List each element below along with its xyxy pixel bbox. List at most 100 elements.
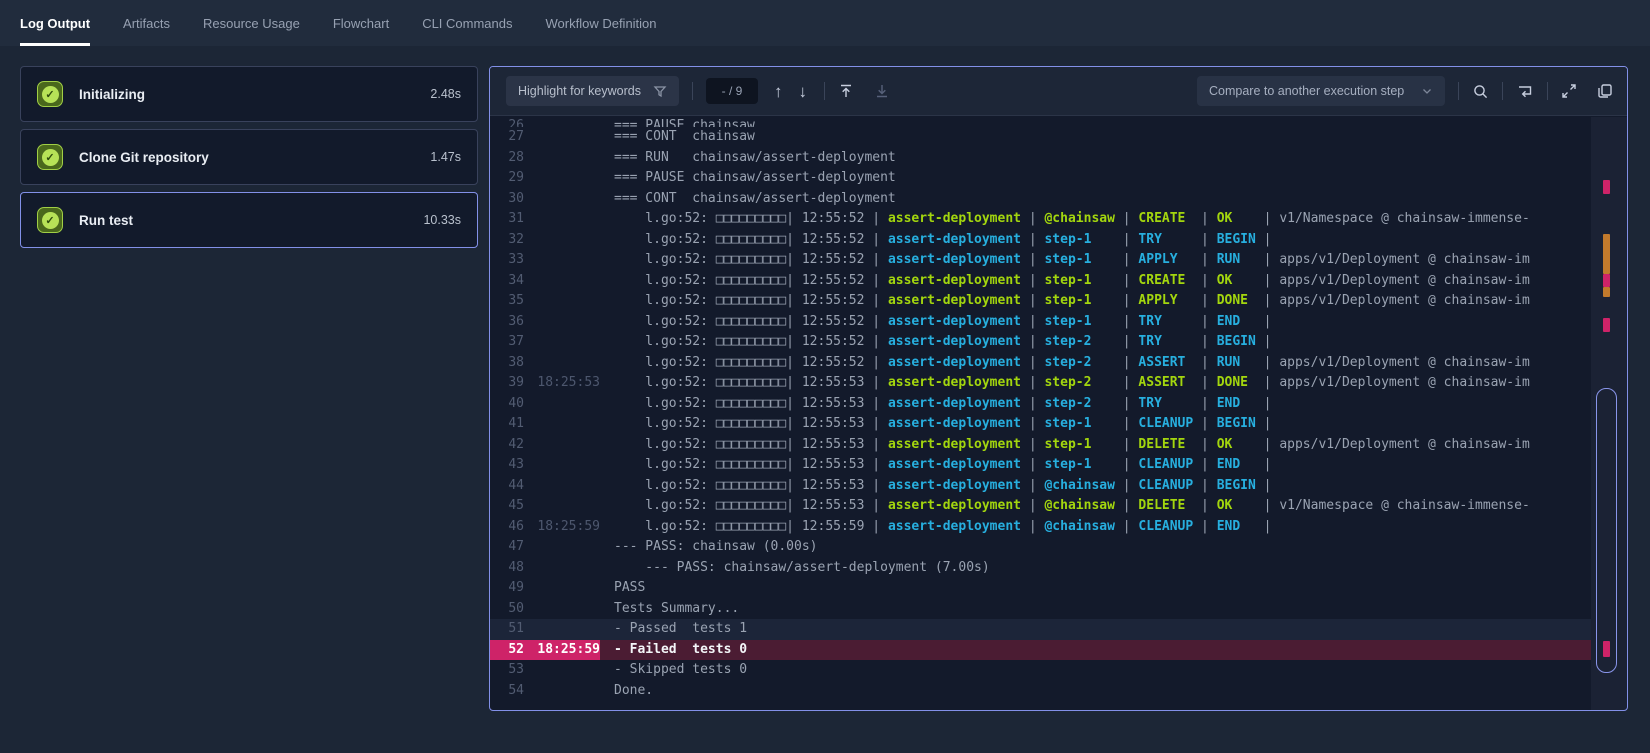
log-line: 32 l.go:52: □□□□□□□□□| 12:55:52 | assert… bbox=[490, 230, 1591, 251]
log-line: 35 l.go:52: □□□□□□□□□| 12:55:52 | assert… bbox=[490, 291, 1591, 312]
line-number: 42 bbox=[490, 435, 524, 456]
step-item-run-test[interactable]: ✓Run test10.33s bbox=[20, 192, 478, 248]
line-number: 39 bbox=[490, 373, 524, 394]
success-check-icon: ✓ bbox=[37, 207, 63, 233]
line-number: 27 bbox=[490, 127, 524, 148]
next-match-button[interactable]: ↓ bbox=[798, 83, 807, 100]
tab-flowchart[interactable]: Flowchart bbox=[333, 0, 389, 46]
line-timestamp bbox=[524, 660, 600, 681]
log-panel: Highlight for keywords - / 9 ↑ ↓ Compare… bbox=[489, 66, 1628, 711]
line-number: 34 bbox=[490, 271, 524, 292]
line-timestamp bbox=[524, 414, 600, 435]
log-output: 26=== PAUSE chainsaw27=== CONT chainsaw2… bbox=[490, 116, 1627, 711]
tab-workflow-definition[interactable]: Workflow Definition bbox=[546, 0, 657, 46]
step-item-clone-git-repository[interactable]: ✓Clone Git repository1.47s bbox=[20, 129, 478, 185]
line-text: === PAUSE chainsaw bbox=[600, 116, 1591, 127]
line-text: l.go:52: □□□□□□□□□| 12:55:53 | assert-de… bbox=[600, 496, 1591, 517]
step-duration: 10.33s bbox=[423, 213, 461, 227]
line-timestamp bbox=[524, 476, 600, 497]
line-text: l.go:52: □□□□□□□□□| 12:55:52 | assert-de… bbox=[600, 209, 1591, 230]
step-item-initializing[interactable]: ✓ Initializing2.48s bbox=[20, 66, 478, 122]
scroll-to-bottom-button[interactable] bbox=[874, 83, 890, 99]
tab-resource-usage[interactable]: Resource Usage bbox=[203, 0, 300, 46]
log-line: 41 l.go:52: □□□□□□□□□| 12:55:53 | assert… bbox=[490, 414, 1591, 435]
line-timestamp bbox=[524, 681, 600, 702]
log-scrollbar-track[interactable] bbox=[1591, 117, 1627, 710]
log-toolbar: Highlight for keywords - / 9 ↑ ↓ Compare… bbox=[490, 67, 1627, 116]
log-line: 34 l.go:52: □□□□□□□□□| 12:55:52 | assert… bbox=[490, 271, 1591, 292]
line-number: 31 bbox=[490, 209, 524, 230]
line-text: l.go:52: □□□□□□□□□| 12:55:53 | assert-de… bbox=[600, 394, 1591, 415]
line-number: 36 bbox=[490, 312, 524, 333]
minimap-marker bbox=[1603, 274, 1610, 287]
line-text: l.go:52: □□□□□□□□□| 12:55:53 | assert-de… bbox=[600, 476, 1591, 497]
compare-step-select[interactable]: Compare to another execution step bbox=[1197, 76, 1445, 106]
line-text: === RUN chainsaw/assert-deployment bbox=[600, 148, 1591, 169]
tab-cli-commands[interactable]: CLI Commands bbox=[422, 0, 512, 46]
tab-bar: Log Output Artifacts Resource Usage Flowcha… bbox=[0, 0, 1650, 46]
line-number: 47 bbox=[490, 537, 524, 558]
line-timestamp bbox=[524, 291, 600, 312]
log-line: 31 l.go:52: □□□□□□□□□| 12:55:52 | assert… bbox=[490, 209, 1591, 230]
line-timestamp: 18:25:59 bbox=[524, 640, 600, 661]
line-number: 30 bbox=[490, 189, 524, 210]
line-number: 43 bbox=[490, 455, 524, 476]
tab-log-output[interactable]: Log Output bbox=[20, 0, 90, 46]
copy-button[interactable] bbox=[1597, 83, 1613, 99]
divider bbox=[824, 82, 825, 100]
match-counter[interactable]: - / 9 bbox=[706, 78, 758, 104]
minimap-marker bbox=[1603, 180, 1610, 194]
line-text: --- PASS: chainsaw/assert-deployment (7.… bbox=[600, 558, 1591, 579]
step-label: Initializing bbox=[79, 87, 430, 102]
line-text: === PAUSE chainsaw/assert-deployment bbox=[600, 168, 1591, 189]
line-number: 48 bbox=[490, 558, 524, 579]
search-button[interactable] bbox=[1472, 83, 1489, 100]
line-text: l.go:52: □□□□□□□□□| 12:55:52 | assert-de… bbox=[600, 353, 1591, 374]
line-number: 50 bbox=[490, 599, 524, 620]
divider bbox=[1458, 82, 1459, 100]
line-number: 29 bbox=[490, 168, 524, 189]
scroll-to-top-button[interactable] bbox=[838, 83, 854, 99]
highlight-keywords-label: Highlight for keywords bbox=[518, 84, 641, 98]
line-timestamp bbox=[524, 619, 600, 640]
log-line: 50Tests Summary... bbox=[490, 599, 1591, 620]
log-line: 42 l.go:52: □□□□□□□□□| 12:55:53 | assert… bbox=[490, 435, 1591, 456]
line-number: 32 bbox=[490, 230, 524, 251]
line-timestamp bbox=[524, 496, 600, 517]
log-line: 27=== CONT chainsaw bbox=[490, 127, 1591, 148]
line-timestamp bbox=[524, 558, 600, 579]
line-number: 33 bbox=[490, 250, 524, 271]
step-label: Clone Git repository bbox=[79, 150, 430, 165]
minimap-marker bbox=[1603, 234, 1610, 274]
log-line: 48 --- PASS: chainsaw/assert-deployment … bbox=[490, 558, 1591, 579]
log-line: 38 l.go:52: □□□□□□□□□| 12:55:52 | assert… bbox=[490, 353, 1591, 374]
chevron-down-icon bbox=[1421, 85, 1433, 97]
log-line: 29 === PAUSE chainsaw/assert-deployment bbox=[490, 168, 1591, 189]
line-number: 44 bbox=[490, 476, 524, 497]
wrap-lines-button[interactable] bbox=[1516, 83, 1534, 99]
filter-icon bbox=[653, 84, 667, 98]
log-line: 28=== RUN chainsaw/assert-deployment bbox=[490, 148, 1591, 169]
line-number: 38 bbox=[490, 353, 524, 374]
line-text: Done. bbox=[600, 681, 1591, 702]
step-duration: 1.47s bbox=[430, 150, 461, 164]
line-text: l.go:52: □□□□□□□□□| 12:55:52 | assert-de… bbox=[600, 332, 1591, 353]
step-duration: 2.48s bbox=[430, 87, 461, 101]
tab-artifacts[interactable]: Artifacts bbox=[123, 0, 170, 46]
line-timestamp: 18:25:53 bbox=[524, 373, 600, 394]
divider bbox=[1502, 82, 1503, 100]
minimap-marker bbox=[1603, 287, 1610, 297]
line-text: --- PASS: chainsaw (0.00s) bbox=[600, 537, 1591, 558]
log-line: 26=== PAUSE chainsaw bbox=[490, 116, 1591, 127]
expand-button[interactable] bbox=[1561, 83, 1577, 99]
log-line: 37 l.go:52: □□□□□□□□□| 12:55:52 | assert… bbox=[490, 332, 1591, 353]
check-glyph: ✓ bbox=[42, 212, 59, 229]
log-line: 44 l.go:52: □□□□□□□□□| 12:55:53 | assert… bbox=[490, 476, 1591, 497]
highlight-keywords-button[interactable]: Highlight for keywords bbox=[506, 76, 679, 106]
line-timestamp bbox=[524, 189, 600, 210]
scrollbar-thumb[interactable] bbox=[1596, 388, 1617, 673]
success-check-icon: ✓ bbox=[37, 81, 63, 107]
log-line: 3918:25:53 l.go:52: □□□□□□□□□| 12:55:53 … bbox=[490, 373, 1591, 394]
prev-match-button[interactable]: ↑ bbox=[774, 83, 783, 100]
line-text: - Failed tests 0 bbox=[600, 640, 1591, 661]
